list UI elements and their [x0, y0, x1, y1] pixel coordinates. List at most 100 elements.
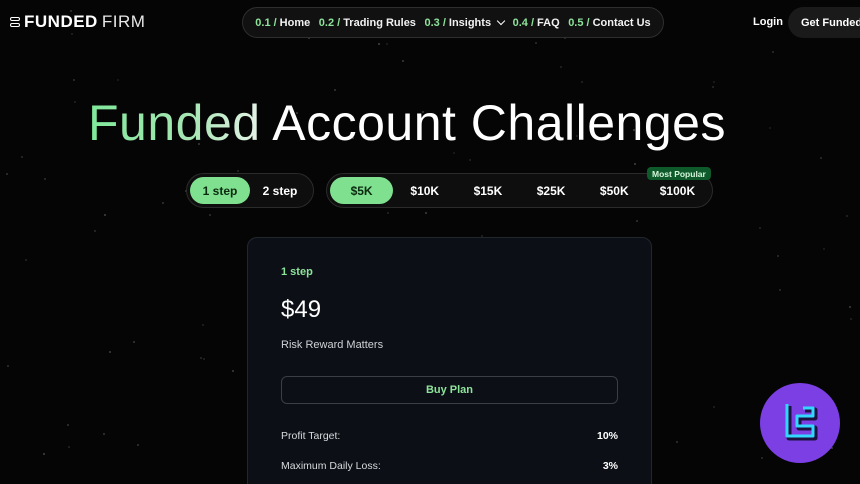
nav-item-faq[interactable]: 0.4 /FAQ [513, 17, 560, 29]
rule-label: Profit Target: [281, 430, 341, 442]
star-dot [203, 358, 206, 361]
brand-logo[interactable]: FUNDED FIRM [10, 12, 145, 32]
size-option-5k[interactable]: $5K [330, 177, 394, 204]
star-dot [132, 340, 135, 343]
step-option-2-step[interactable]: 2 step [250, 177, 310, 204]
size-option-15k[interactable]: $15K [456, 177, 519, 204]
title-highlight: Funded [88, 95, 261, 151]
rule-value: 3% [602, 460, 618, 472]
rule-row-max-daily-loss: Maximum Daily Loss: 3% [281, 460, 618, 472]
star-dot [849, 317, 852, 320]
star-dot [535, 41, 538, 44]
star-dot [777, 254, 780, 257]
plan-price: $49 [281, 296, 322, 323]
step-selector: 1 step 2 step [186, 173, 314, 208]
rule-value: 10% [596, 430, 618, 442]
nav-label: Insights [448, 16, 492, 29]
rule-label: Maximum Daily Loss: [281, 460, 381, 472]
star-dot [201, 323, 204, 326]
plan-tagline: Risk Reward Matters [281, 339, 384, 351]
star-dot [7, 364, 10, 367]
star-dot [136, 443, 139, 446]
buy-plan-button[interactable]: Buy Plan [281, 376, 618, 404]
star-dot [386, 211, 389, 214]
star-dot [758, 226, 761, 229]
nav-number: 0.2 / [318, 16, 341, 29]
nav-number: 0.5 / [568, 16, 590, 29]
star-dot [636, 219, 639, 222]
star-dot [675, 440, 678, 443]
star-dot [109, 351, 112, 354]
star-dot [760, 456, 763, 459]
star-dot [560, 65, 563, 68]
star-dot [712, 85, 715, 88]
size-option-50k[interactable]: $50K [583, 177, 646, 204]
brand-name-bold: FUNDED [24, 12, 98, 31]
nav-item-contact-us[interactable]: 0.5 /Contact Us [568, 17, 650, 29]
watermark-logo-icon [760, 383, 840, 463]
star-dot [103, 433, 106, 436]
star-dot [103, 214, 106, 217]
star-dot [24, 258, 27, 261]
star-dot [819, 156, 822, 159]
star-dot [768, 127, 771, 130]
nav-number: 0.4 / [512, 16, 535, 29]
size-option-10k[interactable]: $10K [393, 177, 456, 204]
star-dot [93, 230, 96, 233]
nav-item-insights[interactable]: 0.3 /Insights [424, 16, 506, 29]
star-dot [778, 288, 781, 291]
star-dot [73, 101, 76, 104]
star-dot [712, 406, 715, 409]
star-dot [378, 43, 381, 46]
star-dot [20, 155, 23, 158]
get-funded-button[interactable]: Get Funded [788, 7, 860, 38]
star-dot [42, 452, 45, 455]
nav-item-trading-rules[interactable]: 0.2 /Trading Rules [319, 17, 416, 29]
star-dot [6, 173, 8, 176]
star-dot [67, 423, 70, 426]
rule-row-profit-target: Profit Target: 10% [281, 430, 618, 442]
star-dot [402, 60, 405, 63]
nav-number: 0.1 / [255, 16, 277, 29]
login-link[interactable]: Login [753, 16, 783, 28]
size-option-100k[interactable]: $100K [646, 177, 709, 204]
star-dot [452, 151, 455, 154]
star-dot [236, 169, 239, 172]
nav-number: 0.3 / [424, 16, 446, 29]
brand-name-thin: FIRM [101, 12, 146, 31]
nav-label: FAQ [537, 16, 560, 29]
star-dot [333, 88, 336, 91]
main-nav: 0.1 /Home 0.2 /Trading Rules 0.3 /Insigh… [242, 7, 664, 38]
star-dot [580, 81, 583, 84]
page-title: Funded Account Challenges [88, 94, 726, 152]
nav-label: Contact Us [592, 16, 651, 29]
chevron-down-icon [496, 16, 506, 26]
star-dot [633, 162, 636, 165]
star-dot [209, 213, 212, 216]
star-dot [117, 79, 120, 82]
step-option-1-step[interactable]: 1 step [190, 177, 250, 204]
nav-label: Home [279, 16, 311, 29]
star-dot [386, 43, 389, 46]
plan-step-label: 1 step [281, 266, 313, 278]
star-dot [849, 306, 852, 309]
plan-card: 1 step $49 Risk Reward Matters Buy Plan … [247, 237, 652, 484]
star-dot [68, 446, 71, 449]
size-option-25k[interactable]: $25K [520, 177, 583, 204]
star-dot [44, 177, 47, 180]
most-popular-badge: Most Popular [647, 167, 711, 180]
watermark-glyph [785, 404, 818, 441]
star-dot [71, 32, 74, 35]
star-dot [712, 81, 715, 84]
star-dot [199, 356, 202, 359]
nav-item-home[interactable]: 0.1 /Home [255, 17, 310, 29]
star-dot [162, 202, 165, 205]
star-dot [72, 78, 75, 81]
logo-icon [10, 17, 20, 27]
star-dot [845, 214, 848, 217]
star-dot [231, 369, 234, 372]
star-dot [823, 247, 826, 250]
title-rest: Account Challenges [260, 95, 726, 151]
star-dot [425, 211, 428, 214]
star-dot [469, 159, 472, 162]
